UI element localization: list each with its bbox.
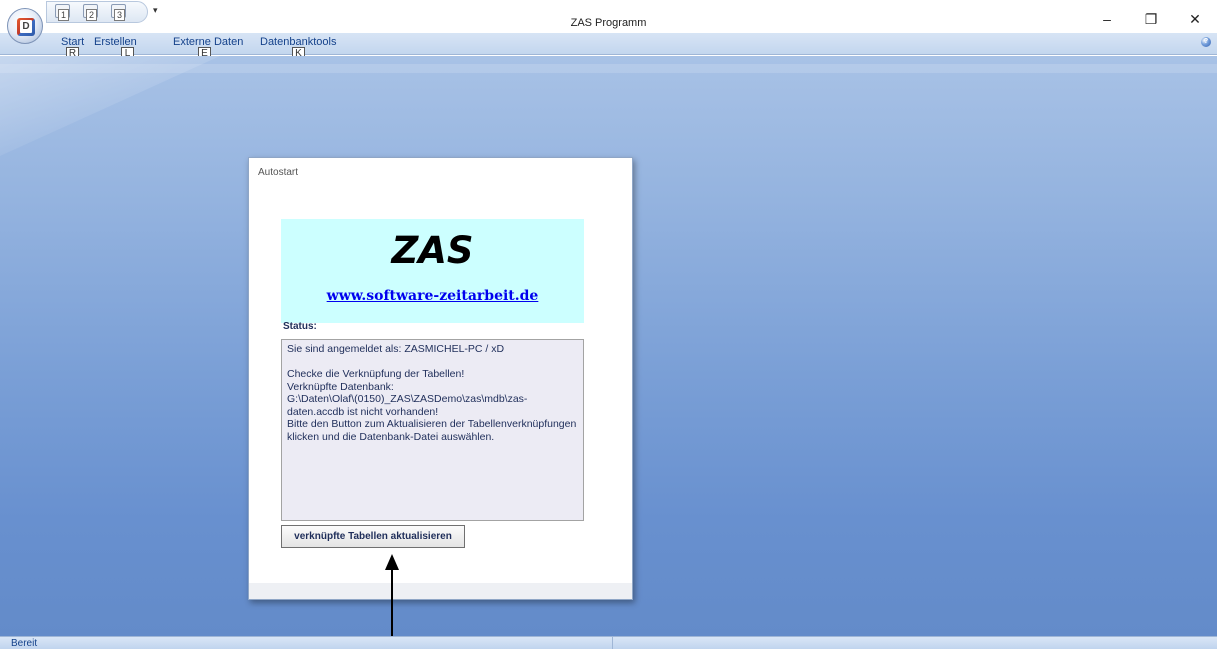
help-icon[interactable]: ? (1201, 37, 1211, 47)
status-bar: Bereit (0, 636, 1217, 649)
website-link[interactable]: www.software-zeitarbeit.de (281, 288, 584, 304)
customize-qat-icon[interactable]: ▾ (153, 5, 158, 16)
status-textbox[interactable]: Sie sind angemeldet als: ZASMICHEL-PC / … (281, 339, 584, 521)
update-linked-tables-button[interactable]: verknüpfte Tabellen aktualisieren (281, 525, 465, 548)
workspace-sheen (0, 56, 220, 156)
restore-button[interactable]: ❐ (1129, 7, 1173, 31)
tab-erstellen[interactable]: Erstellen L (94, 36, 137, 60)
status-text: Sie sind angemeldet als: ZASMICHEL-PC / … (287, 343, 577, 443)
status-bar-text: Bereit (11, 638, 38, 649)
window-controls: – ❐ ✕ (1085, 7, 1217, 31)
office-logo-icon: D (17, 18, 35, 36)
tab-start[interactable]: Start R (61, 36, 84, 60)
ribbon-tabs: Start R Erstellen L Externe Daten E Date… (0, 33, 1217, 60)
tab-externe-daten[interactable]: Externe Daten E (173, 36, 243, 60)
status-label: Status: (283, 321, 317, 332)
tab-datenbanktools[interactable]: Datenbanktools K (260, 36, 336, 60)
arrow-annotation-icon (385, 554, 399, 649)
form-caption: Autostart (258, 167, 299, 178)
close-button[interactable]: ✕ (1173, 7, 1217, 31)
status-bar-divider (612, 637, 613, 649)
zas-banner: ZAS www.software-zeitarbeit.de (281, 219, 584, 323)
autostart-form: Autostart ZAS www.software-zeitarbeit.de… (248, 157, 633, 600)
office-button[interactable]: D (7, 8, 43, 44)
title-bar: D 1 2 3 ▾ ZAS Programm – ❐ ✕ (0, 0, 1217, 44)
banner-title: ZAS (391, 229, 474, 272)
minimize-button[interactable]: – (1085, 7, 1129, 31)
form-footer (249, 583, 632, 599)
window-title: ZAS Programm (570, 17, 647, 29)
